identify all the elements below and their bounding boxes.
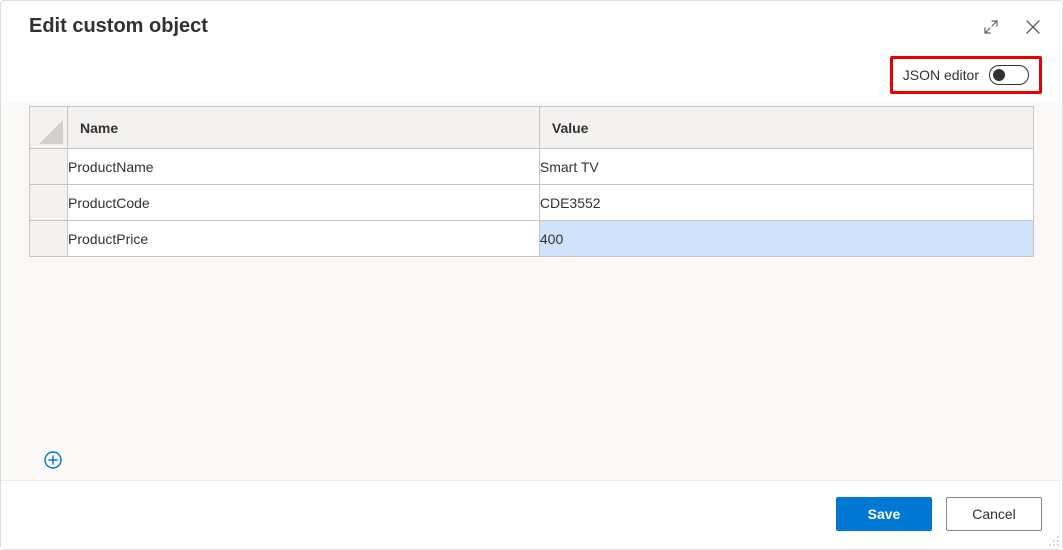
- row-handle[interactable]: [30, 185, 68, 221]
- cancel-button[interactable]: Cancel: [946, 497, 1042, 531]
- value-cell[interactable]: 400: [539, 221, 1033, 257]
- column-header-name[interactable]: Name: [68, 107, 540, 149]
- add-row-button[interactable]: [43, 450, 63, 470]
- json-editor-toggle[interactable]: [989, 65, 1029, 85]
- properties-table: Name Value ProductNameSmart TVProductCod…: [29, 106, 1034, 257]
- value-cell[interactable]: Smart TV: [539, 149, 1033, 185]
- dialog-title: Edit custom object: [29, 15, 982, 38]
- table-row[interactable]: ProductNameSmart TV: [30, 149, 1034, 185]
- dialog-header: Edit custom object: [1, 1, 1062, 44]
- json-editor-label: JSON editor: [903, 67, 979, 83]
- header-icon-group: [982, 18, 1042, 36]
- dialog-body: Name Value ProductNameSmart TVProductCod…: [1, 102, 1062, 480]
- table-row[interactable]: ProductCodeCDE3552: [30, 185, 1034, 221]
- save-button[interactable]: Save: [836, 497, 932, 531]
- toggle-knob: [993, 69, 1005, 81]
- column-header-value[interactable]: Value: [539, 107, 1033, 149]
- toolbar: JSON editor: [1, 44, 1062, 102]
- name-cell[interactable]: ProductCode: [68, 185, 540, 221]
- expand-icon[interactable]: [982, 18, 1000, 36]
- value-cell[interactable]: CDE3552: [539, 185, 1033, 221]
- table-row[interactable]: ProductPrice400: [30, 221, 1034, 257]
- edit-custom-object-dialog: Edit custom object JSON editor: [0, 0, 1063, 550]
- table-header-row: Name Value: [30, 107, 1034, 149]
- row-handle[interactable]: [30, 149, 68, 185]
- row-handle[interactable]: [30, 221, 68, 257]
- table-empty-area: [29, 257, 1034, 480]
- close-icon[interactable]: [1024, 18, 1042, 36]
- dialog-footer: Save Cancel: [1, 480, 1062, 549]
- select-all-corner[interactable]: [30, 107, 68, 149]
- name-cell[interactable]: ProductName: [68, 149, 540, 185]
- name-cell[interactable]: ProductPrice: [68, 221, 540, 257]
- resize-grip-icon[interactable]: [1046, 533, 1060, 547]
- json-editor-toggle-highlight: JSON editor: [890, 56, 1042, 94]
